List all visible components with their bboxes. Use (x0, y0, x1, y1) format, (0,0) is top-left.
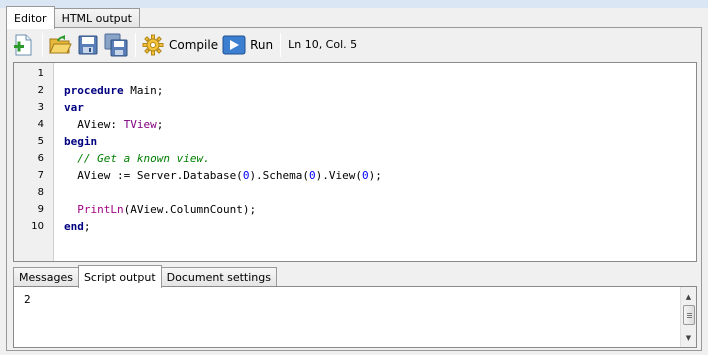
compile-label: Compile (169, 37, 219, 52)
code-text: ; (83, 220, 91, 233)
code-line: PrintLn(AView.ColumnCount); (64, 201, 696, 218)
code-line: procedure Main; (64, 82, 696, 99)
save-all-button[interactable] (104, 32, 128, 58)
code-text: AView: (64, 118, 124, 131)
keyword: begin (64, 135, 98, 148)
toolbar-separator (42, 32, 43, 57)
script-output-pane[interactable]: 2 ▲ ▼ (13, 286, 697, 348)
code-line: begin (64, 133, 696, 150)
tab-script-output[interactable]: Script output (77, 265, 162, 288)
scroll-up-icon[interactable]: ▲ (681, 289, 696, 304)
scroll-down-icon[interactable]: ▼ (681, 330, 696, 345)
output-tabs: Messages Script output Document settings (13, 265, 277, 288)
code-text: ).Schema( (249, 169, 310, 182)
output-text: 2 (24, 293, 31, 306)
tab-messages[interactable]: Messages (13, 267, 79, 287)
code-text: ; (156, 118, 164, 131)
line-number: 1 (37, 68, 44, 79)
editor-panel: Compile Run Ln 10, Col. 5 1 2 3 4 5 6 7 … (6, 27, 702, 351)
line-number: 8 (37, 187, 44, 198)
code-text: ); (368, 169, 382, 182)
code-text: ).View( (315, 169, 363, 182)
run-label: Run (250, 37, 274, 52)
code-line: AView: TView; (64, 116, 696, 133)
toolbar-separator (135, 32, 136, 57)
line-number: 6 (37, 153, 44, 164)
new-script-icon (11, 33, 35, 57)
save-button[interactable] (76, 32, 100, 58)
new-script-button[interactable] (11, 32, 35, 58)
code-text: AView := Server.Database( (64, 169, 243, 182)
compile-button[interactable]: Compile (141, 32, 218, 58)
keyword: end (64, 220, 84, 233)
scrollbar-thumb[interactable] (683, 305, 695, 325)
grip-line (687, 317, 692, 318)
grip-line (687, 313, 692, 314)
line-number: 9 (37, 204, 44, 215)
main-tabs: Editor HTML output (6, 6, 140, 29)
toolbar-separator (280, 32, 282, 57)
line-number: 3 (37, 102, 44, 113)
line-number-gutter: 1 2 3 4 5 6 7 8 9 10 (14, 63, 54, 261)
save-icon (76, 33, 100, 57)
code-text: (AView.ColumnCount); (123, 203, 257, 216)
line-number: 4 (37, 119, 44, 130)
line-number: 2 (37, 85, 44, 96)
keyword: procedure (64, 84, 124, 97)
play-icon (222, 33, 246, 57)
code-text: Main; (123, 84, 164, 97)
open-button[interactable] (48, 32, 72, 58)
code-line: AView := Server.Database(0).Schema(0).Vi… (64, 167, 696, 184)
run-button[interactable]: Run (222, 32, 273, 58)
code-line: end; (64, 218, 696, 235)
vertical-scrollbar[interactable]: ▲ ▼ (680, 287, 696, 347)
tab-editor[interactable]: Editor (6, 6, 55, 29)
line-number: 7 (37, 170, 44, 181)
code-line: var (64, 99, 696, 116)
tab-html-output[interactable]: HTML output (53, 8, 140, 28)
number-literal: 0 (362, 169, 369, 182)
save-all-icon (104, 33, 128, 57)
comment: // Get a known view. (64, 152, 210, 165)
code-editor[interactable]: 1 2 3 4 5 6 7 8 9 10 procedure Main; var… (13, 62, 697, 262)
cursor-position-status: Ln 10, Col. 5 (288, 38, 358, 51)
grip-line (687, 315, 692, 316)
open-folder-icon (48, 33, 72, 57)
tab-document-settings[interactable]: Document settings (160, 267, 277, 287)
gear-icon (141, 33, 165, 57)
toolbar: Compile Run Ln 10, Col. 5 (7, 28, 701, 61)
type-name: TView (123, 118, 157, 131)
code-line: // Get a known view. (64, 150, 696, 167)
function-name: PrintLn (77, 203, 124, 216)
number-literal: 0 (309, 169, 316, 182)
keyword: var (64, 101, 84, 114)
line-number: 5 (37, 136, 44, 147)
line-number: 10 (31, 221, 44, 232)
code-area[interactable]: procedure Main; var AView: TView; begin … (54, 63, 696, 261)
